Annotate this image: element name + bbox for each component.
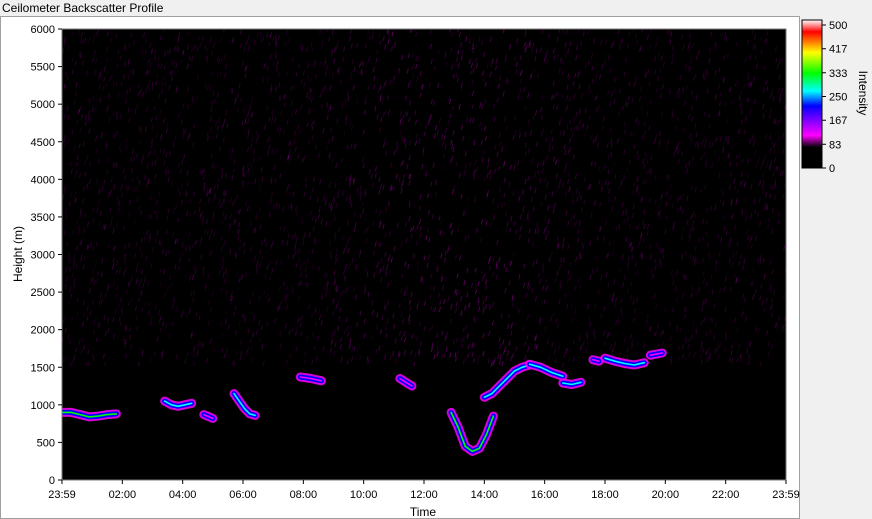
x-tick-label: 14:00 [471,489,499,501]
colorbar-tick-label: 500 [829,20,847,32]
colorbar-label: Intensity [856,71,870,116]
y-tick-label: 1500 [31,362,55,374]
y-tick-label: 500 [37,437,55,449]
y-tick-label: 5500 [31,62,55,74]
y-tick-label: 3000 [31,250,55,262]
y-axis-label: Height (m) [11,226,25,282]
colorbar-tick-label: 250 [829,92,847,104]
x-tick-label: 06:00 [229,489,257,501]
colorbar-tick-label: 167 [829,115,847,127]
backscatter-chart: 0500100015002000250030003500400045005000… [11,19,870,519]
y-tick-label: 1000 [31,400,55,412]
colorbar-tick-label: 333 [829,68,847,80]
x-tick-label: 12:00 [410,489,438,501]
x-tick-label: 08:00 [290,489,318,501]
colorbar [801,19,823,169]
x-tick-label: 16:00 [531,489,559,501]
x-axis-label: Time [410,505,437,519]
x-tick-label: 20:00 [652,489,680,501]
y-tick-label: 5000 [31,99,55,111]
x-axis: 23:59 02:00 04:00 06:00 08:00 10:00 12:00 14:00… [48,480,800,501]
y-tick-label: 0 [49,475,55,487]
x-tick-label: 10:00 [350,489,378,501]
colorbar-tick-label: 417 [829,44,847,56]
y-axis: 0 500 1000 1500 2000 2500 3000 3500 4000 4500 5000… [31,24,62,487]
y-tick-label: 4000 [31,174,55,186]
x-tick-label: 18:00 [591,489,619,501]
colorbar-tick-label: 83 [829,139,841,151]
x-tick-label: 23:59 [772,489,800,501]
x-tick-label: 02:00 [109,489,137,501]
y-tick-label: 2500 [31,287,55,299]
plot-area [62,29,786,480]
x-tick-label: 04:00 [169,489,197,501]
colorbar-tick-label: 0 [829,163,835,175]
y-tick-label: 2000 [31,325,55,337]
x-tick-label: 22:00 [712,489,740,501]
x-tick-label: 23:59 [48,489,76,501]
y-tick-label: 4500 [31,137,55,149]
y-tick-label: 3500 [31,212,55,224]
colorbar-ticks: 500 417 333 250 167 83 0 [822,20,847,175]
y-tick-label: 6000 [31,24,55,36]
